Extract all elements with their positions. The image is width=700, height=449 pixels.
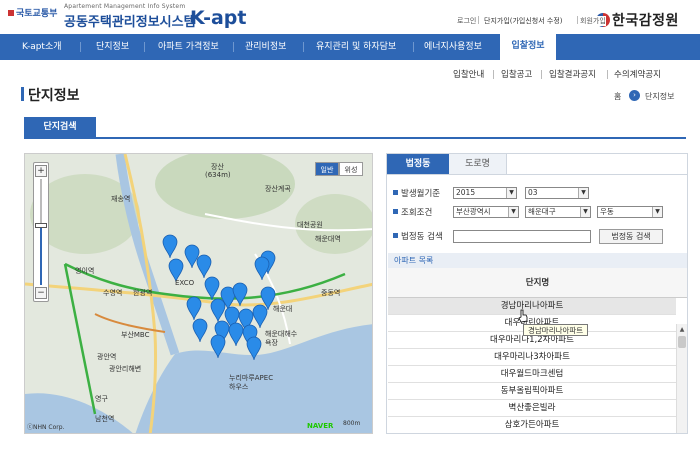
tab-legal-dong[interactable]: 법정동	[387, 154, 449, 174]
map-label: 수영역	[103, 289, 123, 297]
map-copyright: ⓒNHN Corp.	[27, 424, 65, 431]
login-link[interactable]: 로그인	[457, 16, 476, 26]
list-item[interactable]: 삼호가든아파트	[388, 417, 676, 433]
subnav-private-contract[interactable]: 수의계약공지	[614, 68, 661, 80]
subnav-bid-guide[interactable]: 입찰안내	[453, 68, 484, 80]
zoom-slider-handle[interactable]	[35, 223, 47, 228]
signup-link[interactable]: 회원가입	[580, 16, 606, 26]
subnav-bid-notice[interactable]: 입찰공고	[501, 68, 532, 80]
map-label: 중동역	[321, 289, 341, 297]
site-title[interactable]: 공동주택관리정보시스템	[64, 11, 196, 30]
global-nav: K-apt소개 단지정보 아파트 가격정보 관리비정보 유지관리 및 하자담보 …	[0, 34, 700, 60]
page-title: 단지정보	[28, 88, 80, 104]
map-label: 광안리해변	[109, 365, 142, 373]
gnb-item-price[interactable]: 아파트 가격정보	[158, 34, 219, 60]
dong-search-input[interactable]	[453, 230, 591, 243]
row-tooltip: 경남마리나아파트	[523, 324, 589, 336]
list-item[interactable]: 대우월드마크센텀	[388, 366, 676, 383]
map-label: EXCO	[175, 279, 195, 287]
ministry-logo[interactable]: 국토교통부	[8, 6, 57, 19]
map-view[interactable]: + − 일반 위성 장산 (634m) 장산계곡 재송역 대천공원 해운대역 영…	[24, 153, 373, 434]
tab-underline	[24, 137, 686, 139]
year-select[interactable]: 2015 ▼	[453, 187, 517, 199]
district-select[interactable]: 해운대구 ▼	[525, 206, 591, 218]
brand-logo[interactable]: K-apt	[190, 7, 246, 29]
period-label: 발생월기준	[393, 187, 440, 199]
map-label: 남천역	[95, 415, 115, 423]
breadcrumb-current: 단지정보	[645, 92, 675, 101]
map-label: 대천공원	[297, 221, 323, 229]
dong-search-label: 법정동 검색	[393, 230, 443, 242]
chevron-down-icon: ▼	[506, 188, 516, 198]
map-label: 한광역	[133, 289, 153, 297]
list-item[interactable]: 대우마리나3차아파트	[388, 349, 676, 366]
gnb-item-intro[interactable]: K-apt소개	[22, 34, 62, 60]
gnb-item-maintenance[interactable]: 유지관리 및 하자담보	[316, 34, 396, 60]
agency-logo[interactable]: 한국감정원	[596, 10, 679, 30]
title-marker	[21, 87, 24, 101]
naver-logo[interactable]: NAVER	[307, 422, 333, 430]
scroll-thumb[interactable]	[678, 336, 686, 348]
map-label: 누리마루APEC하우스	[229, 374, 274, 391]
hand-cursor-icon	[518, 309, 528, 323]
logo-subtitle: Apartement Management Info System	[64, 3, 186, 10]
gnb-item-complex[interactable]: 단지정보	[96, 34, 129, 60]
map-label: 장산계곡	[265, 185, 291, 193]
map-label: 광안역	[97, 353, 117, 361]
dong-search-button[interactable]: 법정동 검색	[599, 229, 663, 244]
map-scale: 800m	[343, 420, 361, 427]
chevron-down-icon: ▼	[580, 207, 590, 217]
breadcrumb-home[interactable]: 홈	[614, 91, 621, 102]
tab-complex-search[interactable]: 단지검색	[24, 117, 96, 138]
breadcrumb-arrow-icon: ›	[629, 90, 640, 101]
zoom-out-button[interactable]: −	[35, 287, 47, 299]
scroll-up-icon[interactable]: ▲	[677, 326, 687, 336]
condition-label: 조회조건	[393, 206, 432, 218]
complex-join-link[interactable]: 단지가입(가입신청서 수정)	[484, 16, 563, 26]
gnb-item-energy[interactable]: 에너지사용정보	[424, 34, 482, 60]
gnb-item-bid[interactable]: 입찰정보	[500, 30, 556, 60]
column-header-complex-name[interactable]: 단지명	[388, 268, 687, 298]
chevron-down-icon: ▼	[578, 188, 588, 198]
zoom-in-button[interactable]: +	[35, 165, 47, 177]
subnav-bid-result[interactable]: 입찰결과공지	[549, 68, 596, 80]
search-panel: 법정동 도로명 발생월기준 2015 ▼ 03 ▼ 조회조건 부산광역시 ▼ 해운대구…	[386, 153, 688, 434]
map-label: 해운대해수욕장	[265, 330, 298, 347]
map-type-satellite[interactable]: 위성	[339, 162, 363, 176]
list-item[interactable]: 경남마리나아파트	[388, 298, 676, 315]
zoom-level-fill	[40, 225, 42, 285]
map-type-normal[interactable]: 일반	[315, 162, 339, 176]
apartment-list-title: 아파트 목록	[388, 253, 687, 268]
zoom-control: + −	[33, 162, 49, 302]
map-label: (634m)	[205, 171, 231, 179]
list-scrollbar[interactable]: ▲	[676, 324, 687, 433]
chevron-down-icon: ▼	[652, 207, 662, 217]
month-select[interactable]: 03 ▼	[525, 187, 589, 199]
list-item[interactable]: 동부올림픽아파트	[388, 383, 676, 400]
map-label: 해운대역	[315, 235, 341, 243]
map-label: 영이역	[75, 267, 95, 275]
map-label: 재송역	[111, 195, 131, 203]
city-select[interactable]: 부산광역시 ▼	[453, 206, 519, 218]
tab-road-name[interactable]: 도로명	[449, 154, 507, 174]
map-label: 해운대	[273, 305, 293, 313]
map-label: 부산MBC	[121, 331, 150, 339]
list-item[interactable]: 벽산좋은빌라	[388, 400, 676, 417]
dong-select[interactable]: 우동 ▼	[597, 206, 663, 218]
chevron-down-icon: ▼	[508, 207, 518, 217]
gnb-item-fee[interactable]: 관리비정보	[245, 34, 286, 60]
map-label: 영구	[95, 395, 108, 403]
